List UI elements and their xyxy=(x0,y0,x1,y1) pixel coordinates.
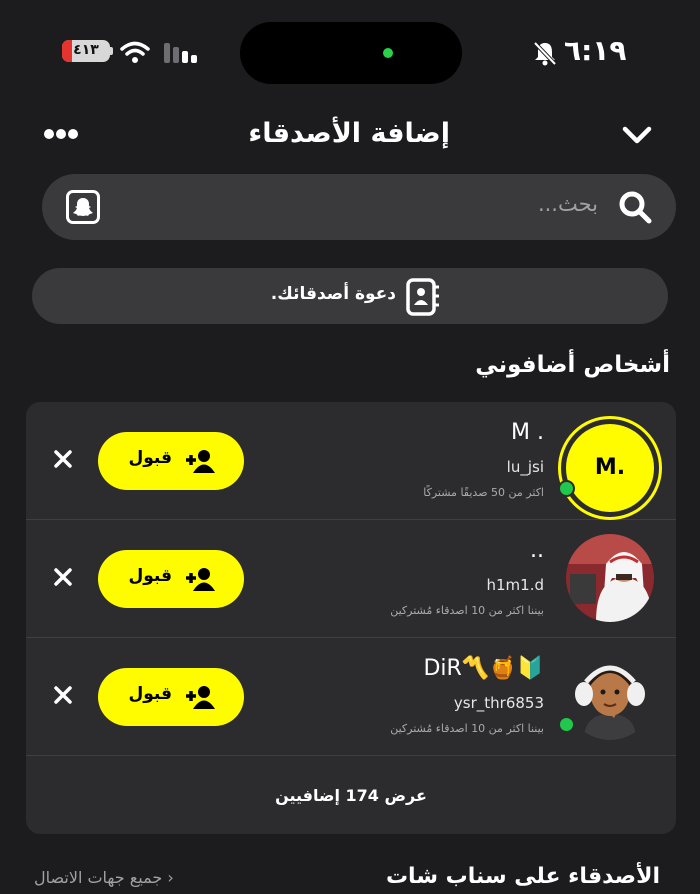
contacts-book-icon xyxy=(406,278,439,316)
dynamic-island xyxy=(240,22,462,84)
display-name: DiR〽️🍯🔰 xyxy=(423,656,544,681)
invite-friends-label: دعوة أصدقائك. xyxy=(270,284,396,304)
mutual-friends-text: بيننا اكثر من 10 اصدقاء مُشتركين xyxy=(390,604,544,617)
dismiss-icon[interactable] xyxy=(52,684,74,706)
snapchat-ghost-icon[interactable] xyxy=(66,190,100,224)
invite-friends-button[interactable]: دعوة أصدقائك. xyxy=(32,268,668,324)
search-bar[interactable]: بحث... xyxy=(42,174,676,240)
username: h1m1.d xyxy=(486,576,545,594)
bitmoji-avatar xyxy=(566,652,654,740)
battery-icon: ٤١٣ xyxy=(62,40,110,62)
search-input[interactable]: بحث... xyxy=(538,192,598,216)
accept-label: قبول xyxy=(128,448,172,468)
more-icon[interactable] xyxy=(44,122,82,146)
online-indicator xyxy=(558,716,575,733)
chevron-left-icon: ‹ xyxy=(162,868,174,887)
accept-label: قبول xyxy=(128,684,172,704)
all-contacts-label: جميع جهات الاتصال xyxy=(34,868,163,887)
accept-button[interactable]: قبول xyxy=(98,550,244,608)
online-indicator xyxy=(558,480,575,497)
add-friend-icon xyxy=(186,450,215,473)
avatar[interactable] xyxy=(556,652,662,758)
section-title: الأصدقاء على سناب شات xyxy=(385,864,660,889)
dismiss-icon[interactable] xyxy=(52,448,74,470)
display-name: M . xyxy=(511,420,544,445)
dismiss-icon[interactable] xyxy=(52,566,74,588)
show-more-button[interactable]: عرض 174 إضافيين xyxy=(26,758,676,834)
avatar-initials: M. xyxy=(566,424,654,512)
avatar[interactable] xyxy=(556,534,662,640)
profile-photo xyxy=(566,534,654,622)
friend-request-row: قبول M. M . lu_jsi اكثر من 50 صديقًا مشت… xyxy=(26,402,676,520)
avatar[interactable]: M. xyxy=(556,416,662,522)
chevron-down-icon[interactable] xyxy=(620,120,654,150)
friend-request-row: قبول .. h1m1.d بيننا اكثر من 10 اصدقاء م… xyxy=(26,520,676,638)
accept-button[interactable]: قبول xyxy=(98,668,244,726)
mutual-friends-text: بيننا اكثر من 10 اصدقاء مُشتركين xyxy=(390,722,544,735)
signal-icon xyxy=(164,43,197,63)
clock-time: ٦:١٩ xyxy=(564,34,627,67)
username: lu_jsi xyxy=(506,458,544,476)
add-friend-icon xyxy=(186,568,215,591)
accept-button[interactable]: قبول xyxy=(98,432,244,490)
accept-label: قبول xyxy=(128,566,172,586)
page-title: إضافة الأصدقاء xyxy=(248,118,450,149)
mute-bell-icon xyxy=(533,41,557,66)
search-icon xyxy=(619,191,652,224)
header: إضافة الأصدقاء xyxy=(0,110,700,162)
status-bar: ٤١٣ ٦:١٩ xyxy=(0,0,700,100)
username: ysr_thr6853 xyxy=(453,694,544,712)
battery-tip xyxy=(110,47,113,55)
wifi-icon xyxy=(120,41,150,63)
friend-requests-card: قبول M. M . lu_jsi اكثر من 50 صديقًا مشت… xyxy=(26,402,676,834)
add-friend-icon xyxy=(186,686,215,709)
battery-text: ٤١٣ xyxy=(73,42,99,58)
added-me-section-title: أشخاص أضافوني xyxy=(475,352,670,378)
mutual-friends-text: اكثر من 50 صديقًا مشتركًا xyxy=(423,486,544,499)
display-name: .. xyxy=(530,538,544,563)
friend-request-row: قبول DiR〽️🍯🔰 ysr_thr6853 بيننا اكثر من 1… xyxy=(26,638,676,756)
friends-on-snapchat-header: ‹ جميع جهات الاتصال الأصدقاء على سناب شا… xyxy=(0,862,700,894)
camera-indicator-dot xyxy=(383,48,393,58)
all-contacts-link[interactable]: ‹ جميع جهات الاتصال xyxy=(34,868,174,887)
